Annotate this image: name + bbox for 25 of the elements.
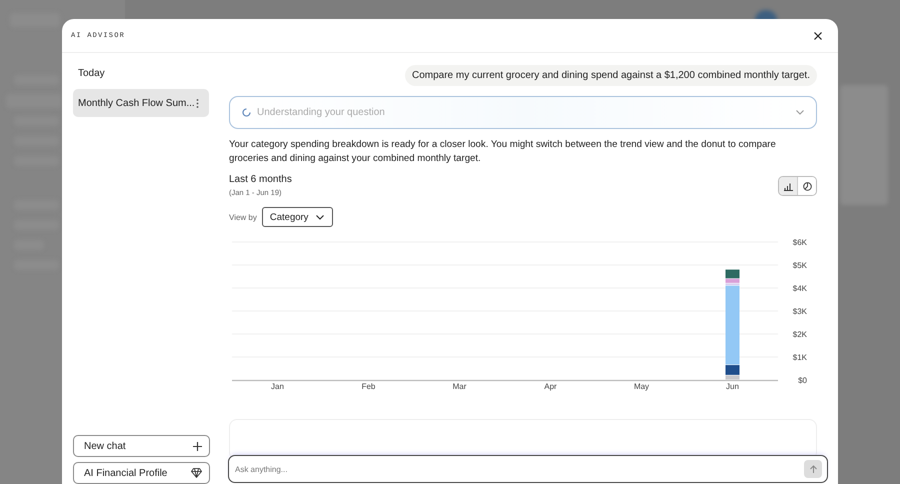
y-axis-label: $2K — [792, 330, 807, 339]
chat-history-item[interactable]: Monthly Cash Flow Sum... — [73, 89, 209, 117]
y-axis-label: $1K — [792, 353, 807, 362]
category-dropdown[interactable]: Category — [262, 207, 334, 227]
x-axis-label: Jun — [726, 382, 739, 391]
y-axis-label: $3K — [792, 307, 807, 316]
range-title: Last 6 months — [229, 174, 292, 185]
x-axis-label: May — [634, 382, 650, 391]
view-by-label: View by — [229, 212, 257, 222]
x-axis-label: Apr — [544, 382, 557, 391]
section-heading: Today — [78, 68, 106, 81]
text-input[interactable]: Ask anything... — [235, 464, 804, 474]
status-text: Understanding your question — [257, 107, 386, 118]
assistant-answer: Your category spending breakdown is ready for a closer look. You might switch between the trend view and the donut to compare groceries and dining against your combined monthly target. — [229, 138, 777, 165]
x-axis-label: Jan — [271, 382, 284, 391]
ask-input-field[interactable]: Ask anything... — [228, 455, 828, 483]
user-message: Compare my current grocery and dining spend against a $1,200 combined monthly target. — [404, 65, 817, 86]
x-axis-label: Feb — [362, 382, 376, 391]
y-axis-label: $6K — [792, 238, 807, 247]
y-axis-label: $5K — [792, 261, 807, 270]
profile-button[interactable]: AI Financial Profile — [73, 462, 210, 484]
y-axis-label: $0 — [798, 376, 807, 385]
y-axis-label: $4K — [792, 284, 807, 293]
new-chat-button[interactable]: New chat — [73, 435, 210, 457]
x-axis-label: Mar — [452, 382, 466, 391]
